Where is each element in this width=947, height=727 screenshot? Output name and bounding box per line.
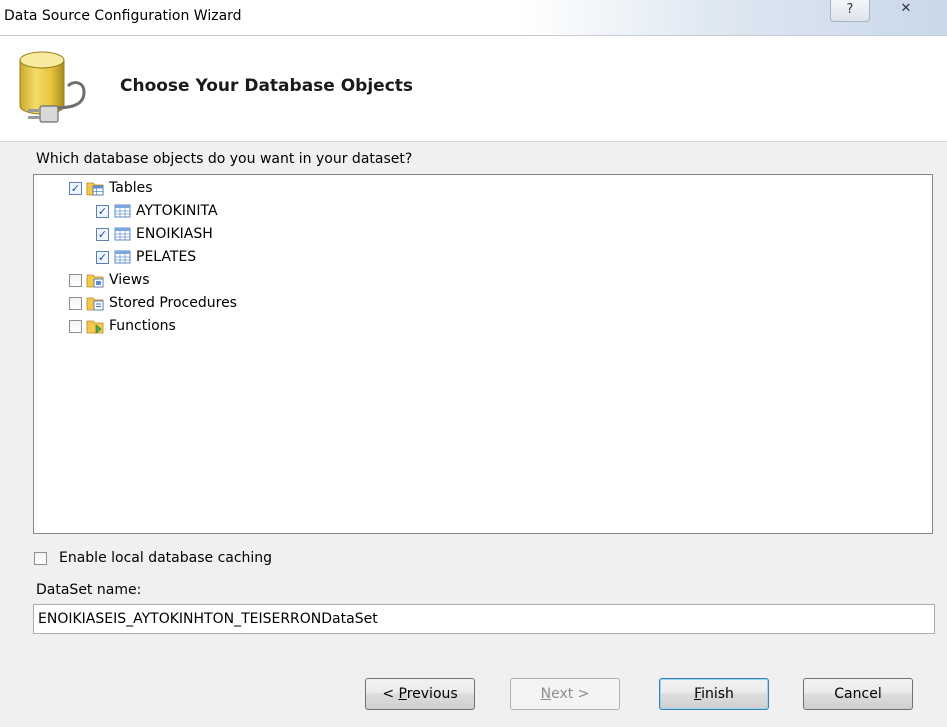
caching-option[interactable]: Enable local database caching	[34, 550, 272, 566]
table-checkbox[interactable]	[96, 250, 109, 264]
dataset-name-input[interactable]: ENOIKIASEIS_AYTOKINHTON_TEISERRONDataSet	[33, 604, 935, 634]
table-icon	[114, 250, 131, 264]
caching-checkbox[interactable]	[34, 551, 47, 565]
tree-node-label: Functions	[109, 318, 176, 334]
functions-checkbox[interactable]	[69, 319, 82, 333]
tables-checkbox[interactable]	[69, 181, 82, 195]
next-button[interactable]: Next >	[510, 678, 620, 710]
title-bar: Data Source Configuration Wizard ? ✕	[0, 0, 947, 36]
database-connection-icon	[19, 51, 86, 123]
previous-label: revious	[406, 686, 458, 702]
table-icon	[114, 227, 131, 241]
tree-node-label: Tables	[109, 180, 153, 196]
functions-folder-icon	[86, 320, 104, 334]
tables-folder-icon	[86, 182, 104, 196]
wizard-body: Which database objects do you want in yo…	[0, 142, 947, 727]
tree-node-table[interactable]: PELATES	[96, 246, 196, 268]
tree-node-views[interactable]: Views	[69, 269, 150, 291]
tree-node-label: AYTOKINITA	[136, 203, 218, 219]
cancel-button[interactable]: Cancel	[803, 678, 913, 710]
procedures-checkbox[interactable]	[69, 296, 82, 310]
wizard-header: Choose Your Database Objects	[0, 36, 947, 142]
tree-node-label: ENOIKIASH	[136, 226, 213, 242]
table-checkbox[interactable]	[96, 204, 109, 218]
database-objects-tree[interactable]: Tables AYTOKINITA	[33, 174, 933, 534]
tree-node-table[interactable]: AYTOKINITA	[96, 200, 218, 222]
tree-node-stored-procedures[interactable]: Stored Procedures	[69, 292, 237, 314]
previous-button[interactable]: < Previous	[365, 678, 475, 710]
tree-node-label: PELATES	[136, 249, 197, 265]
tree-node-tables[interactable]: Tables	[69, 177, 153, 199]
next-mnemonic: N	[540, 686, 552, 702]
views-checkbox[interactable]	[69, 273, 82, 287]
previous-prefix: <	[382, 686, 399, 702]
views-folder-icon	[86, 274, 104, 288]
tree-node-table[interactable]: ENOIKIASH	[96, 223, 213, 245]
table-icon	[114, 204, 131, 218]
help-icon: ?	[846, 2, 854, 17]
dataset-name-label: DataSet name:	[36, 582, 142, 598]
next-label: ext >	[551, 686, 590, 702]
finish-button[interactable]: Finish	[659, 678, 769, 710]
previous-mnemonic: P	[398, 686, 407, 702]
help-button[interactable]: ?	[830, 0, 870, 22]
window-title: Data Source Configuration Wizard	[4, 8, 242, 24]
table-checkbox[interactable]	[96, 227, 109, 241]
page-title: Choose Your Database Objects	[120, 76, 414, 96]
close-button[interactable]: ✕	[876, 0, 936, 22]
close-icon: ✕	[900, 1, 912, 16]
tree-node-functions[interactable]: Functions	[69, 315, 176, 337]
tree-node-label: Stored Procedures	[109, 295, 237, 311]
caching-label: Enable local database caching	[59, 550, 273, 566]
tree-node-label: Views	[109, 272, 150, 288]
objects-question-label: Which database objects do you want in yo…	[36, 151, 413, 167]
procedures-folder-icon	[86, 297, 104, 311]
finish-label: inish	[701, 686, 734, 702]
